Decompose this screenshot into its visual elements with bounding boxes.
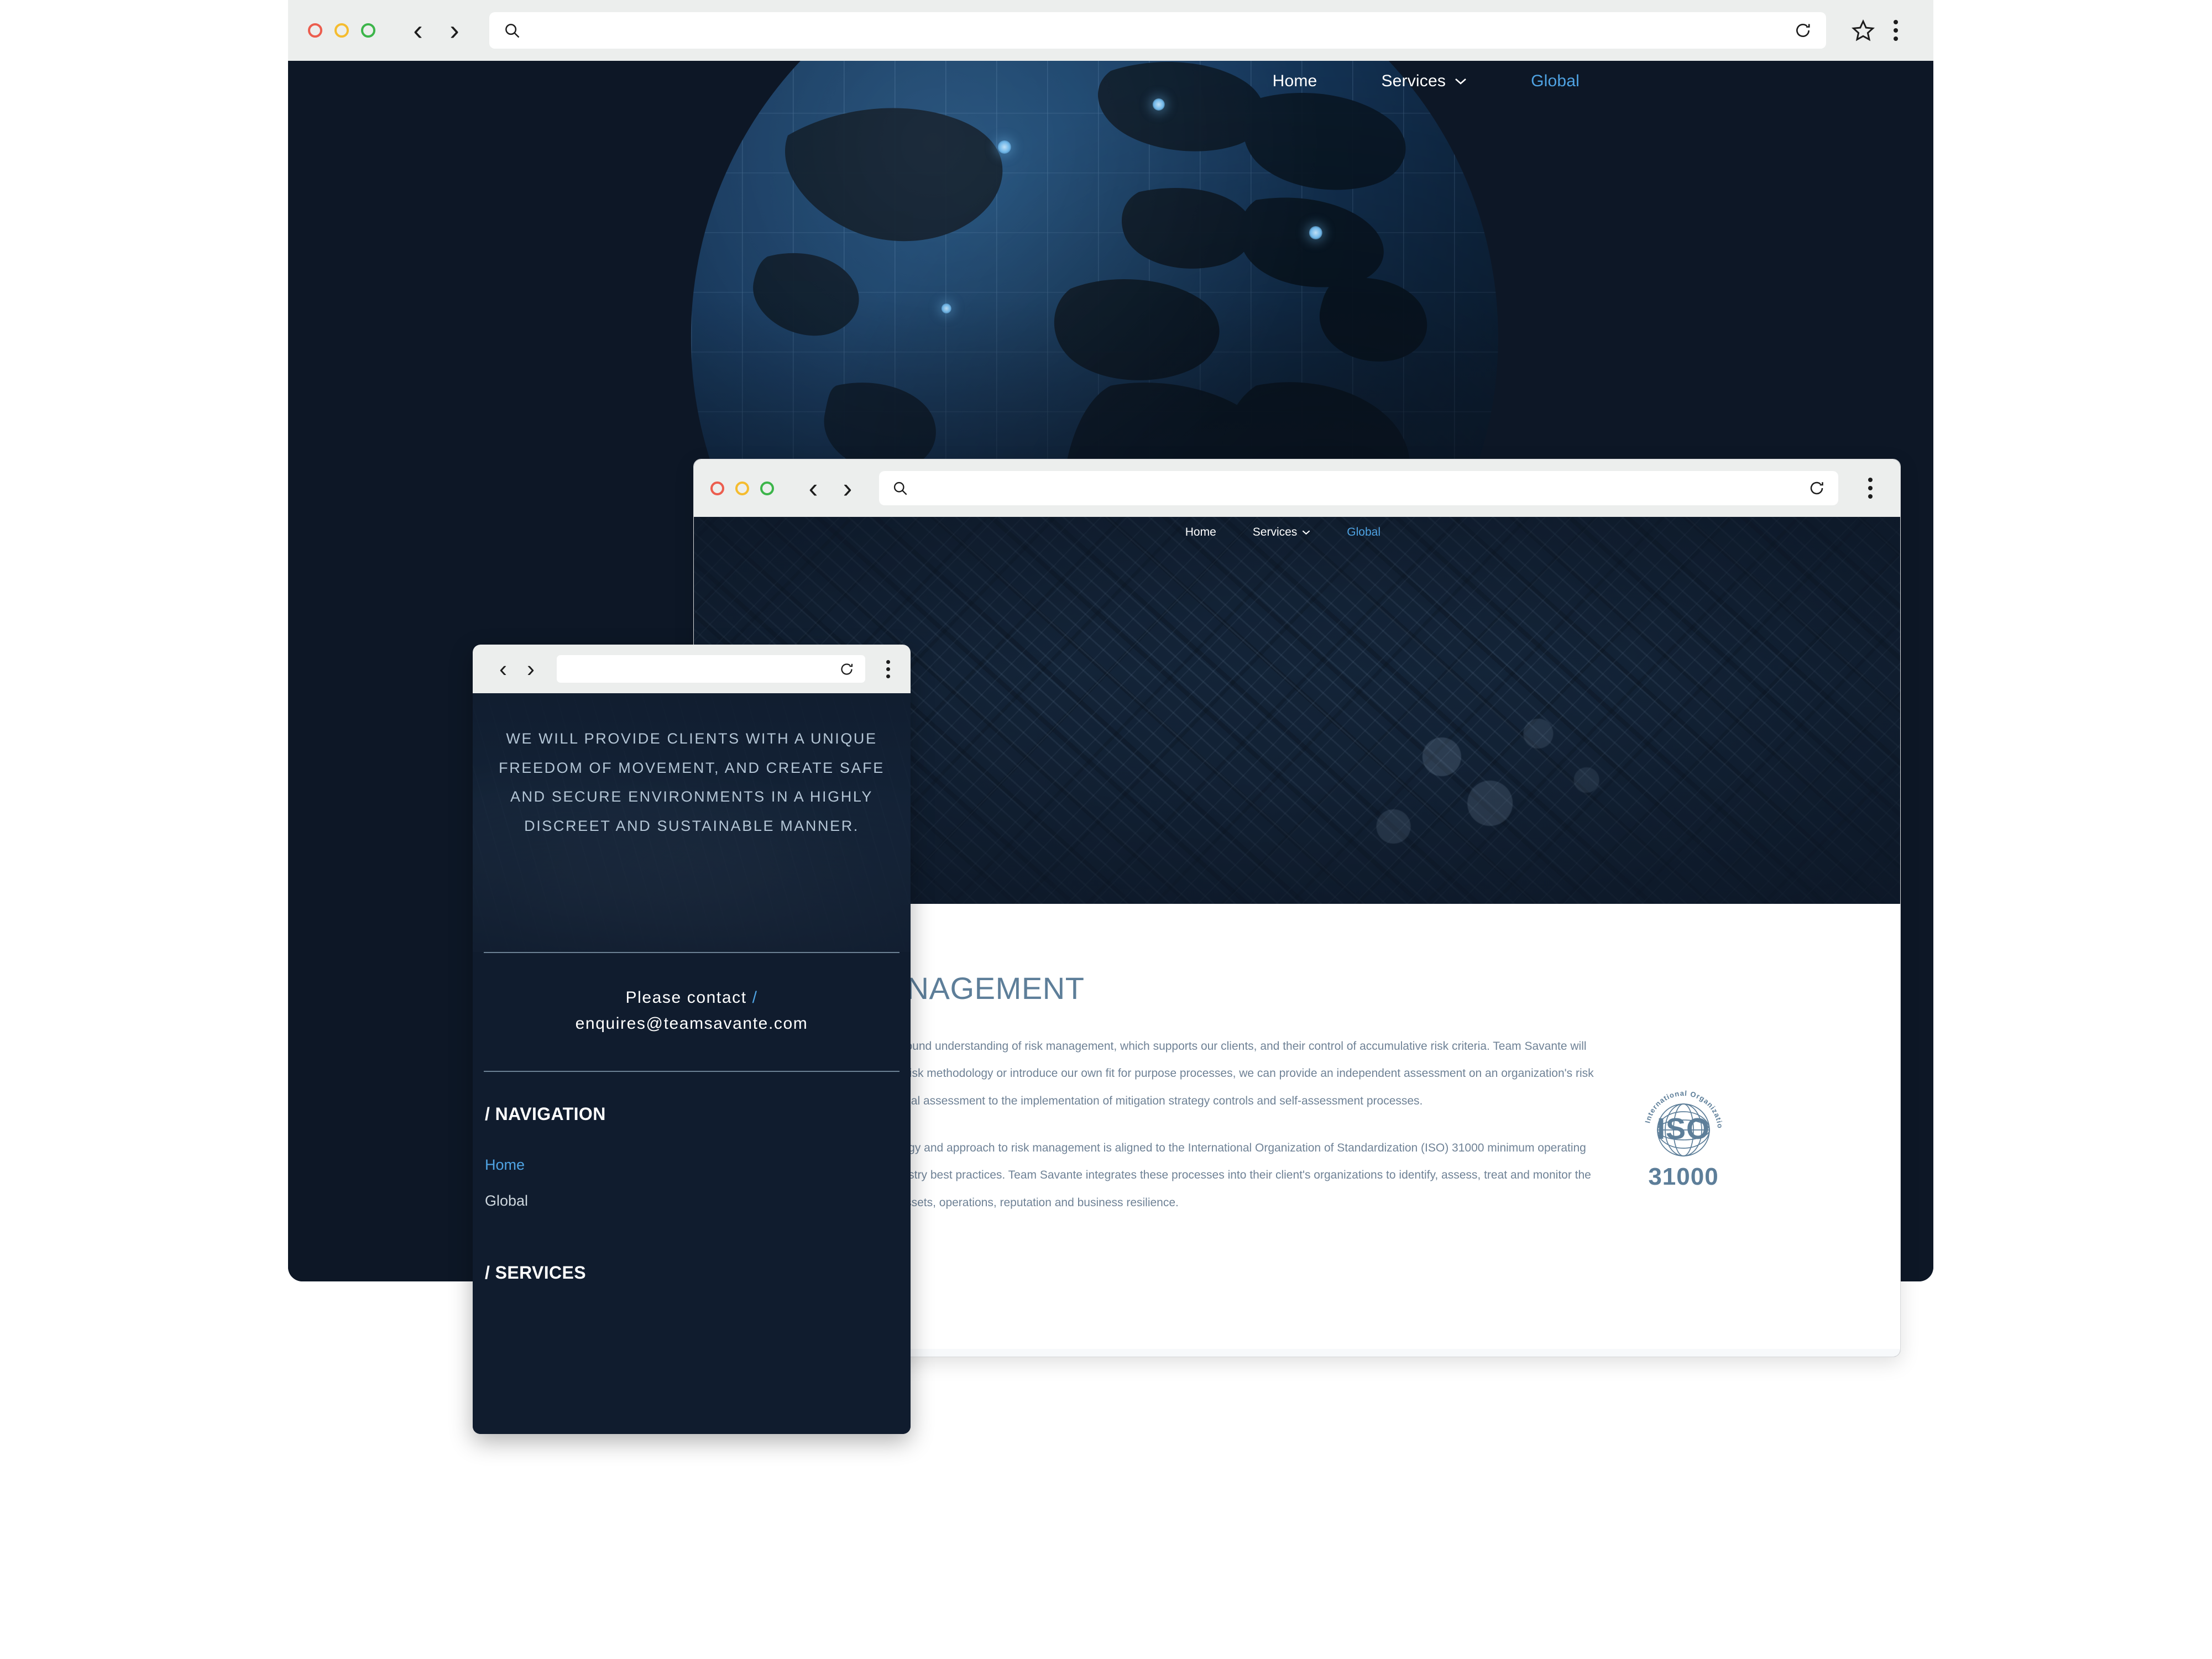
forward-button[interactable]: › xyxy=(436,12,473,49)
maximize-window-button[interactable] xyxy=(361,23,375,38)
mobile-browser-window: ‹ › We will provide clients with a uniqu… xyxy=(473,645,911,1434)
reload-icon[interactable] xyxy=(1808,480,1825,496)
desktop-browser-chrome: ‹ › xyxy=(288,0,1933,61)
forward-button[interactable]: › xyxy=(830,471,865,505)
back-button[interactable]: ‹ xyxy=(489,655,517,683)
chevron-down-icon xyxy=(1455,75,1467,87)
nav-item-services[interactable]: Services xyxy=(1253,526,1311,539)
contact-divider xyxy=(484,1071,900,1072)
forward-button[interactable]: › xyxy=(517,655,545,683)
iso-standard-number: 31000 xyxy=(1648,1163,1719,1190)
address-bar[interactable] xyxy=(879,471,1838,505)
services-section-heading: / SERVICES xyxy=(485,1263,587,1283)
nav-item-services-label: Services xyxy=(1252,526,1298,538)
nav-item-home[interactable]: Home xyxy=(1273,72,1317,91)
maximize-window-button[interactable] xyxy=(760,481,774,495)
address-bar[interactable] xyxy=(557,655,865,683)
menu-link-global[interactable]: Global xyxy=(485,1192,898,1210)
iso-31000-badge: International Organization for Standardi… xyxy=(1628,1079,1739,1191)
nav-item-services-label: Services xyxy=(1381,72,1446,90)
nav-item-home[interactable]: Home xyxy=(1185,526,1216,539)
contact-block: Please contact / enquires@teamsavante.co… xyxy=(473,953,911,1071)
menu-link-home[interactable]: Home xyxy=(485,1156,898,1174)
reload-icon[interactable] xyxy=(1794,22,1812,39)
back-button[interactable]: ‹ xyxy=(400,12,436,49)
section-title: RISK MANAGEMENT xyxy=(777,971,1085,1006)
desktop-site-navigation: Home Services Global xyxy=(1273,72,1933,91)
kebab-menu-icon[interactable] xyxy=(1857,472,1884,505)
services-menu-section: / SERVICES xyxy=(473,1228,911,1283)
minimize-window-button[interactable] xyxy=(334,23,349,38)
chevron-down-icon xyxy=(1302,528,1310,537)
close-window-button[interactable] xyxy=(308,23,322,38)
reload-icon[interactable] xyxy=(839,662,854,677)
window-traffic-lights xyxy=(710,481,774,495)
search-icon xyxy=(892,480,908,496)
globe-marker xyxy=(1309,226,1323,239)
back-button[interactable]: ‹ xyxy=(796,471,830,505)
nav-item-services[interactable]: Services xyxy=(1381,72,1467,91)
contact-slash: / xyxy=(752,988,758,1007)
close-window-button[interactable] xyxy=(710,481,724,495)
svg-text:ISO: ISO xyxy=(1657,1112,1710,1145)
star-icon[interactable] xyxy=(1846,13,1880,48)
address-bar[interactable] xyxy=(489,12,1826,49)
mission-statement: We will provide clients with a unique fr… xyxy=(499,730,885,834)
navigation-section-heading: / NAVIGATION xyxy=(485,1104,606,1124)
mobile-hero-section: We will provide clients with a unique fr… xyxy=(473,693,911,952)
nav-item-global[interactable]: Global xyxy=(1347,526,1380,539)
navigation-menu-section: / NAVIGATION Home Global xyxy=(473,1072,911,1210)
tablet-browser-chrome: ‹ › xyxy=(694,459,1900,517)
kebab-menu-icon[interactable] xyxy=(1880,13,1911,48)
mobile-browser-chrome: ‹ › xyxy=(473,645,911,693)
search-icon xyxy=(504,22,520,39)
globe-marker xyxy=(941,303,951,313)
iso-logo-icon: International Organization for Standardi… xyxy=(1631,1079,1724,1156)
globe-marker xyxy=(1152,98,1165,111)
nav-item-global[interactable]: Global xyxy=(1531,72,1580,91)
contact-email[interactable]: enquires@teamsavante.com xyxy=(576,1014,808,1033)
minimize-window-button[interactable] xyxy=(735,481,749,495)
window-traffic-lights xyxy=(308,23,375,38)
mobile-page-body: We will provide clients with a unique fr… xyxy=(473,693,911,1434)
globe-marker xyxy=(997,140,1011,154)
screenshot-stage: ‹ › Home Services Global ‹ › Home Servic… xyxy=(0,0,2212,1659)
hero-divider xyxy=(484,952,900,953)
tablet-site-navigation: Home Services Global xyxy=(1185,526,1900,539)
contact-label: Please contact xyxy=(625,988,747,1007)
kebab-menu-icon[interactable] xyxy=(878,655,897,683)
